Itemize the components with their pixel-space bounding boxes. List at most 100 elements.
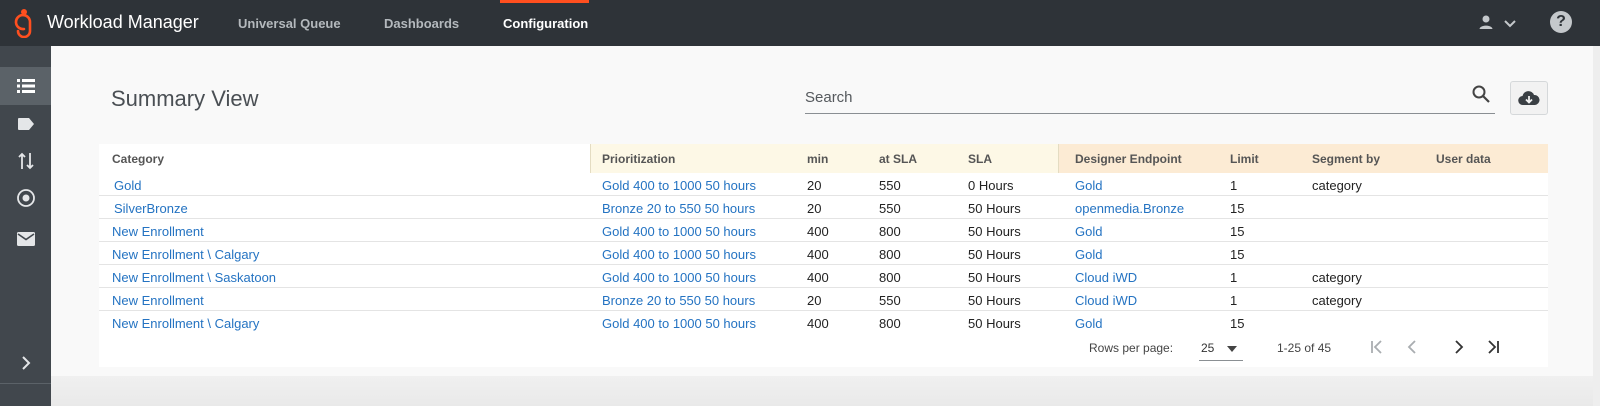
cell-segment-by: category [1312,178,1362,193]
column-header-limit[interactable]: Limit [1230,152,1259,166]
table-row[interactable]: New Enrollment Bronze 20 to 550 50 hours… [99,288,1548,311]
table-row[interactable]: Gold Gold 400 to 1000 50 hours 20 550 0 … [99,173,1548,196]
cell-min: 400 [807,316,829,331]
sidebar-item-sorting[interactable] [0,142,51,180]
page-title: Summary View [111,86,259,111]
cell-limit: 15 [1230,224,1245,239]
scrollbar[interactable] [1593,46,1600,406]
list-icon [16,79,35,93]
cell-sla: 50 Hours [968,224,1021,239]
sidebar-divider [0,383,51,384]
cell-category[interactable]: SilverBronze [114,201,188,216]
cell-limit: 15 [1230,247,1245,262]
cell-min: 20 [807,201,822,216]
page-footer-shadow [51,376,1593,406]
tab-universal-queue[interactable]: Universal Queue [238,16,341,31]
first-page-icon[interactable] [1367,337,1387,357]
tag-icon [17,118,34,130]
help-icon[interactable]: ? [1550,11,1572,33]
sidebar [0,46,51,406]
cell-designer-endpoint[interactable]: Cloud iWD [1075,293,1137,308]
next-page-icon[interactable] [1449,337,1469,357]
cell-category[interactable]: Gold [114,178,141,193]
table-row[interactable]: SilverBronze Bronze 20 to 550 50 hours 2… [99,196,1548,219]
cell-category[interactable]: New Enrollment [112,293,204,308]
cell-at-sla: 550 [879,201,901,216]
cell-designer-endpoint[interactable]: Gold [1075,316,1102,331]
cell-prioritization[interactable]: Gold 400 to 1000 50 hours [602,270,756,285]
cell-at-sla: 550 [879,178,901,193]
column-header-sla[interactable]: SLA [968,152,992,166]
sidebar-expand-button[interactable] [0,344,51,382]
sidebar-item-mail[interactable] [0,220,51,258]
cell-min: 400 [807,247,829,262]
sidebar-item-summary[interactable] [0,67,51,105]
prev-page-icon[interactable] [1402,337,1422,357]
sidebar-item-tags[interactable] [0,105,51,143]
cell-category[interactable]: New Enrollment \ Calgary [112,247,259,262]
top-bar: Workload Manager Universal Queue Dashboa… [0,0,1600,46]
cell-prioritization[interactable]: Bronze 20 to 550 50 hours [602,201,755,216]
column-header-category[interactable]: Category [112,152,164,166]
table-row[interactable]: New Enrollment Gold 400 to 1000 50 hours… [99,219,1548,242]
cell-prioritization[interactable]: Gold 400 to 1000 50 hours [602,316,756,331]
pagination: Rows per page: 25 1-25 of 45 [99,331,1548,367]
rows-per-page-value: 25 [1201,341,1215,355]
column-header-min[interactable]: min [807,152,828,166]
cell-sla: 50 Hours [968,316,1021,331]
column-header-segment-by[interactable]: Segment by [1312,152,1380,166]
cell-prioritization[interactable]: Gold 400 to 1000 50 hours [602,178,756,193]
cell-at-sla: 550 [879,293,901,308]
tab-configuration[interactable]: Configuration [503,16,588,31]
cell-sla: 50 Hours [968,247,1021,262]
chevron-down-icon[interactable] [1502,15,1518,31]
column-header-prioritization[interactable]: Prioritization [602,152,675,166]
search-icon[interactable] [1471,84,1491,104]
table-row[interactable]: New Enrollment \ Calgary Gold 400 to 100… [99,242,1548,265]
column-header-at-sla[interactable]: at SLA [879,152,917,166]
table-row[interactable]: New Enrollment \ Saskatoon Gold 400 to 1… [99,265,1548,288]
cell-limit: 1 [1230,178,1238,193]
rows-per-page-select[interactable]: 25 [1199,335,1243,361]
chevron-right-icon [21,356,30,370]
cell-designer-endpoint[interactable]: openmedia.Bronze [1075,201,1184,216]
genesys-logo-icon [14,9,32,38]
cell-limit: 1 [1230,293,1238,308]
cell-sla: 50 Hours [968,201,1021,216]
app-title: Workload Manager [47,12,199,32]
cell-category[interactable]: New Enrollment \ Saskatoon [112,270,276,285]
cell-category[interactable]: New Enrollment [112,224,204,239]
cell-prioritization[interactable]: Gold 400 to 1000 50 hours [602,247,756,262]
cell-min: 400 [807,270,829,285]
cell-sla: 50 Hours [968,293,1021,308]
cell-limit: 1 [1230,270,1238,285]
cell-at-sla: 800 [879,270,901,285]
mail-icon [16,232,35,246]
cell-segment-by: category [1312,293,1362,308]
cell-designer-endpoint[interactable]: Gold [1075,178,1102,193]
cell-at-sla: 800 [879,247,901,262]
user-icon[interactable] [1478,14,1494,30]
summary-table: Category Prioritization min at SLA SLA D… [99,144,1548,334]
search-input[interactable] [805,84,1445,110]
tab-dashboards[interactable]: Dashboards [384,16,459,31]
table-header: Category Prioritization min at SLA SLA D… [99,144,1548,173]
cell-prioritization[interactable]: Gold 400 to 1000 50 hours [602,224,756,239]
table-body: Gold Gold 400 to 1000 50 hours 20 550 0 … [99,173,1548,334]
download-button[interactable] [1510,81,1548,115]
cell-designer-endpoint[interactable]: Gold [1075,247,1102,262]
cloud-download-icon [1518,91,1540,106]
cell-prioritization[interactable]: Bronze 20 to 550 50 hours [602,293,755,308]
page-range: 1-25 of 45 [1277,341,1332,355]
cell-designer-endpoint[interactable]: Gold [1075,224,1102,239]
target-icon [16,189,35,207]
rows-per-page-label: Rows per page: [1089,341,1174,355]
cell-designer-endpoint[interactable]: Cloud iWD [1075,270,1137,285]
sidebar-item-targets[interactable] [0,179,51,217]
cell-segment-by: category [1312,270,1362,285]
column-header-designer-endpoint[interactable]: Designer Endpoint [1075,152,1182,166]
last-page-icon[interactable] [1483,337,1503,357]
cell-category[interactable]: New Enrollment \ Calgary [112,316,259,331]
column-header-user-data[interactable]: User data [1436,152,1491,166]
cell-min: 20 [807,293,822,308]
